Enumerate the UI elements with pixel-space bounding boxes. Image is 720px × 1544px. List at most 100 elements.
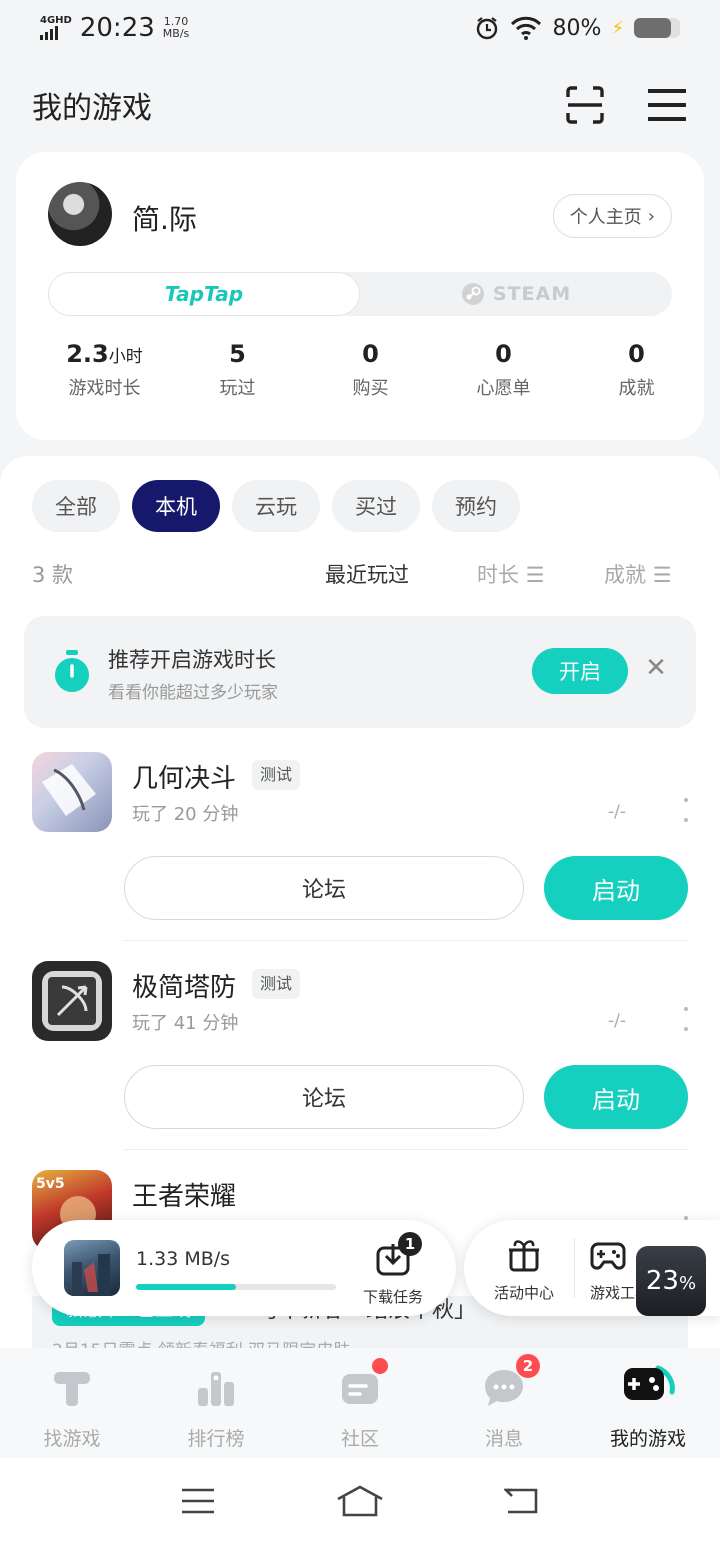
games-count: 3 款 xyxy=(32,563,74,587)
game-icon-minimal-tower-defense[interactable] xyxy=(32,961,112,1041)
forum-button[interactable]: 论坛 xyxy=(124,856,524,920)
stat-label: 购买 xyxy=(352,378,389,399)
stat-unit: 小时 xyxy=(108,347,143,367)
more-options-icon[interactable] xyxy=(680,1007,692,1031)
stat-value: 0 xyxy=(495,340,512,368)
download-tasks-button[interactable]: 下载任务 1 xyxy=(360,1232,426,1307)
stat-achievements[interactable]: 0 成就 xyxy=(570,340,703,400)
stat-label: 玩过 xyxy=(219,378,256,399)
signal-indicator: 4GHD xyxy=(40,16,72,40)
filter-chips: 全部 本机 云玩 买过 预约 xyxy=(32,480,520,532)
stat-label: 心愿单 xyxy=(476,378,531,399)
game-name[interactable]: 王者荣耀 xyxy=(132,1176,236,1213)
divider xyxy=(574,1238,575,1298)
performance-percent-sign: % xyxy=(678,1272,697,1294)
stat-value: 2.3 xyxy=(66,340,109,368)
svg-text:5v5: 5v5 xyxy=(36,1176,65,1192)
download-count-badge: 1 xyxy=(398,1232,422,1256)
promo-title: 推荐开启游戏时长 xyxy=(108,648,276,672)
game-item: 极简塔防 测试 玩了 41 分钟 -/- 论坛 启动 xyxy=(0,961,720,1161)
enable-playtime-button[interactable]: 开启 xyxy=(532,648,628,694)
filter-chip-all[interactable]: 全部 xyxy=(32,480,120,532)
nav-label: 社区 xyxy=(340,1428,379,1450)
more-options-icon[interactable] xyxy=(680,798,692,822)
floating-performance-widget[interactable]: 23% xyxy=(636,1246,706,1316)
nav-ranking[interactable]: 排行榜 xyxy=(144,1348,288,1458)
stat-purchased[interactable]: 0 购买 xyxy=(304,340,437,400)
game-name[interactable]: 几何决斗 xyxy=(132,758,236,795)
profile-card: 简.际 个人主页 › TapTap STEAM 2.3小时 游戏时长 5 玩过 … xyxy=(16,152,704,440)
nav-my-games[interactable]: 我的游戏 xyxy=(576,1348,720,1458)
stat-playtime[interactable]: 2.3小时 游戏时长 xyxy=(38,340,171,400)
stat-label: 成就 xyxy=(618,378,655,399)
alarm-icon xyxy=(477,17,498,40)
username[interactable]: 简.际 xyxy=(132,198,197,238)
download-bar[interactable]: 1.33 MB/s 下载任务 1 xyxy=(32,1220,456,1316)
steam-label: STEAM xyxy=(492,283,572,305)
forum-button[interactable]: 论坛 xyxy=(124,1065,524,1129)
menu-icon[interactable] xyxy=(646,84,688,126)
download-progress-bar xyxy=(136,1284,336,1290)
nav-find-games[interactable]: 找游戏 xyxy=(0,1348,144,1458)
playtime-promo-card: 推荐开启游戏时长 看看你能超过多少玩家 开启 ✕ xyxy=(24,616,696,728)
sort-duration-label: 时长 xyxy=(477,563,519,587)
filter-chip-cloud[interactable]: 云玩 xyxy=(232,480,320,532)
chevron-right-icon: › xyxy=(647,205,655,227)
filter-chip-reserved[interactable]: 预约 xyxy=(432,480,520,532)
status-bar: 4GHD 20:23 1.70 MB/s 80% ⚡ xyxy=(0,0,720,56)
home-icon[interactable] xyxy=(336,1485,384,1517)
stat-value: 0 xyxy=(362,340,379,368)
nav-community[interactable]: 社区 xyxy=(288,1348,432,1458)
download-tasks-label: 下载任务 xyxy=(362,1288,423,1306)
recent-apps-icon[interactable] xyxy=(180,1487,216,1515)
stat-wishlist[interactable]: 0 心愿单 xyxy=(437,340,570,400)
divider xyxy=(124,940,688,941)
network-speed: 1.70 MB/s xyxy=(163,16,189,40)
launch-button[interactable]: 启动 xyxy=(544,856,688,920)
profile-home-button[interactable]: 个人主页 › xyxy=(552,194,672,238)
page-header: 我的游戏 xyxy=(0,70,720,140)
scan-icon[interactable] xyxy=(564,84,606,126)
sort-row: 3 款 最近玩过 时长 ☰ 成就 ☰ xyxy=(32,556,688,592)
taptap-logo: TapTap xyxy=(164,282,244,306)
stat-played[interactable]: 5 玩过 xyxy=(171,340,304,400)
game-tag: 测试 xyxy=(252,760,301,790)
avatar[interactable] xyxy=(48,182,112,246)
close-icon[interactable]: ✕ xyxy=(642,654,670,682)
launch-button[interactable]: 启动 xyxy=(544,1065,688,1129)
filter-chip-bought[interactable]: 买过 xyxy=(332,480,420,532)
stat-value: 0 xyxy=(628,340,645,368)
clock: 20:23 xyxy=(79,13,155,43)
bottom-nav: 找游戏 排行榜 社区 2 消息 我的游戏 xyxy=(0,1348,720,1458)
promo-subtitle: 看看你能超过多少玩家 xyxy=(108,683,278,703)
gamepad-icon xyxy=(590,1242,626,1270)
game-playtime: 玩了 20 分钟 xyxy=(132,804,239,825)
battery-icon xyxy=(634,18,680,38)
platform-tab-taptap[interactable]: TapTap xyxy=(48,272,360,316)
profile-stats: 2.3小时 游戏时长 5 玩过 0 购买 0 心愿单 0 成就 xyxy=(16,340,704,400)
game-achievement-progress: -/- xyxy=(608,802,626,822)
platform-tab-steam[interactable]: STEAM xyxy=(360,272,672,316)
charging-icon: ⚡ xyxy=(611,17,624,39)
sort-duration[interactable]: 时长 ☰ xyxy=(477,559,545,589)
game-achievement-progress: -/- xyxy=(608,1011,626,1031)
performance-percent: 23 xyxy=(645,1266,679,1296)
system-navigation-bar xyxy=(0,1458,720,1544)
back-icon[interactable] xyxy=(504,1486,540,1516)
game-name[interactable]: 极简塔防 xyxy=(132,967,236,1004)
nav-messages[interactable]: 2 消息 xyxy=(432,1348,576,1458)
platform-toggle: TapTap STEAM xyxy=(48,272,672,316)
sort-achievement[interactable]: 成就 ☰ xyxy=(604,559,672,589)
network-speed-unit: MB/s xyxy=(162,27,190,40)
game-playtime: 玩了 41 分钟 xyxy=(132,1013,239,1034)
activity-center-button[interactable]: 活动中心 xyxy=(494,1238,554,1303)
stopwatch-icon xyxy=(55,650,89,692)
sort-recent[interactable]: 最近玩过 xyxy=(325,559,409,589)
game-item: 几何决斗 测试 玩了 20 分钟 -/- 论坛 启动 xyxy=(0,752,720,952)
filter-chip-local[interactable]: 本机 xyxy=(132,480,220,532)
nav-label: 我的游戏 xyxy=(609,1428,686,1450)
sort-achievement-label: 成就 xyxy=(604,563,646,587)
game-icon-geometry-duel[interactable] xyxy=(32,752,112,832)
sort-order-icon: ☰ xyxy=(525,563,545,587)
message-count-badge: 2 xyxy=(516,1354,540,1378)
